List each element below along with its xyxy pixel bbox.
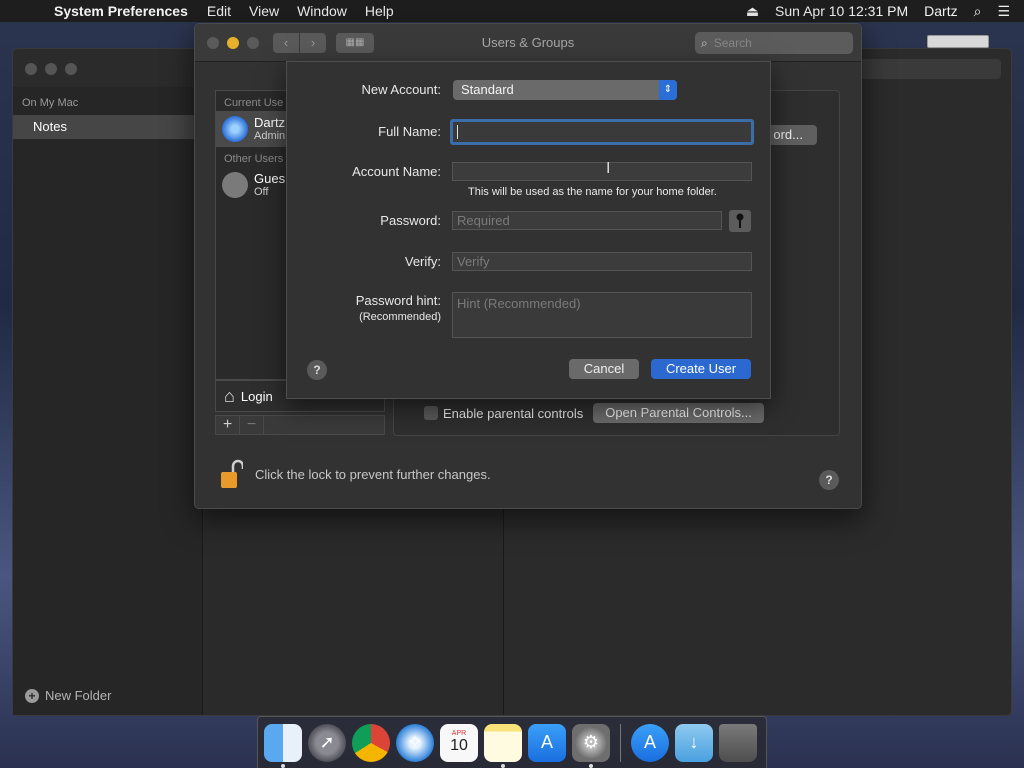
cancel-button[interactable]: Cancel [569,359,639,379]
calendar-icon[interactable]: APR 10 [440,723,478,762]
notification-center-icon[interactable]: ☰ [997,3,1010,20]
new-folder-label: New Folder [45,688,112,703]
dock-separator [620,723,621,762]
password-label: Password: [380,213,441,228]
plus-circle-icon: + [25,688,39,703]
menu-help[interactable]: Help [365,3,394,19]
user-role: Admin [254,129,286,142]
chevron-updown-icon: ⇕ [659,80,677,100]
notes-search-field[interactable] [851,59,1001,79]
full-name-label: Full Name: [378,124,441,139]
trash-icon[interactable] [719,723,757,762]
sheet-help-button[interactable]: ? [307,360,327,380]
app-store-downloads-icon[interactable]: A [631,723,669,762]
spotlight-search-icon[interactable]: ⌕ [974,3,982,20]
password-field[interactable]: Required [452,211,722,230]
parental-controls-checkbox[interactable] [424,406,438,420]
safari-icon[interactable]: ✧ [396,723,434,762]
remove-user-button[interactable]: − [240,416,264,434]
launchpad-icon[interactable]: ➚ [308,723,346,762]
search-field[interactable]: ⌕ Search [695,32,853,54]
new-account-label: New Account: [361,82,442,97]
menu-edit[interactable]: Edit [207,3,231,19]
menu-bar: System Preferences Edit View Window Help… [0,0,1024,22]
window-titlebar: ‹ › ▦▦ Users & Groups ⌕ Search [195,24,861,62]
downloads-folder-icon[interactable]: ↓ [675,723,713,762]
account-name-label: Account Name: [352,164,441,179]
snowflake-avatar-icon [222,116,248,142]
menu-window[interactable]: Window [297,3,347,19]
chrome-icon[interactable] [352,723,390,762]
notes-app-icon[interactable] [484,723,522,768]
menu-user[interactable]: Dartz [924,3,957,19]
app-store-icon[interactable]: A [528,723,566,762]
parental-controls-row: Enable parental controls Open Parental C… [424,403,764,423]
device-icon [927,35,989,48]
guest-name: Gues [254,170,286,186]
parental-controls-label: Enable parental controls [443,405,584,421]
calendar-month: APR [451,730,467,737]
password-hint-label: Password hint: [355,293,441,308]
dock: ➚ ✧ APR 10 A ⚙ A ↓ [257,716,767,768]
password-hint-field[interactable]: Hint (Recommended) [452,292,752,338]
guest-status: Off [254,185,269,198]
minimize-icon[interactable] [45,63,57,75]
menu-clock[interactable]: Sun Apr 10 12:31 PM [775,3,908,19]
account-name-field[interactable] [452,162,752,181]
lock-row: Click the lock to prevent further change… [219,458,491,490]
notes-sidebar: On My Mac Notes + New Folder [13,87,203,715]
verify-label: Verify: [404,254,441,269]
menu-extras: ⏏ Sun Apr 10 12:31 PM Dartz ⌕ ☰ [730,3,1024,20]
account-type-value: Standard [461,82,514,97]
full-name-field[interactable] [450,119,754,145]
login-options-label: Login [240,388,273,404]
verify-field[interactable]: Verify [452,252,752,271]
text-caret [457,125,458,139]
eject-icon[interactable]: ⏏ [746,3,759,20]
open-parental-controls-button[interactable]: Open Parental Controls... [593,403,764,423]
add-user-button[interactable]: + [216,416,240,434]
add-remove-bar: + − [215,415,385,435]
house-icon: ⌂ [224,385,235,406]
finder-icon[interactable] [264,723,302,768]
password-hint-sublabel: (Recommended) [359,311,441,323]
zoom-icon[interactable] [65,63,77,75]
close-icon[interactable] [25,63,37,75]
help-button[interactable]: ? [819,470,839,490]
search-placeholder: Search [713,36,752,50]
new-folder-button[interactable]: + New Folder [25,688,111,703]
create-user-button[interactable]: Create User [651,359,751,379]
sidebar-item-notes[interactable]: Notes [13,115,202,139]
search-icon: ⌕ [701,35,708,50]
user-name: Dartz [254,114,286,130]
account-type-select[interactable]: Standard ⇕ [453,80,677,100]
guest-avatar-icon [222,172,248,198]
ibeam-cursor-icon: I [606,160,611,177]
new-account-sheet: New Account: Standard ⇕ Full Name: Accou… [286,61,771,399]
password-assistant-key-icon[interactable] [729,210,751,232]
sidebar-section-header: On My Mac [22,97,79,109]
account-name-note: This will be used as the name for your h… [468,186,717,198]
lock-text: Click the lock to prevent further change… [255,466,491,482]
lock-icon[interactable] [219,458,245,490]
system-preferences-icon[interactable]: ⚙ [572,723,610,768]
calendar-day: 10 [450,737,468,754]
menu-app-name[interactable]: System Preferences [54,3,188,19]
menu-view[interactable]: View [249,3,279,19]
